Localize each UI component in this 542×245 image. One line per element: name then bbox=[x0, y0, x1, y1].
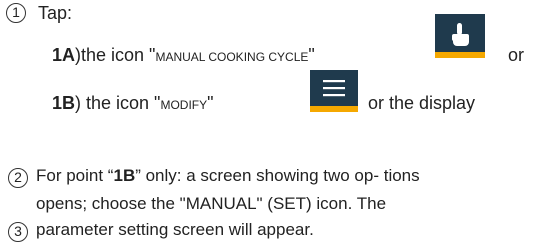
step-1b-label: 1B bbox=[52, 93, 76, 113]
hamburger-menu-icon bbox=[323, 80, 345, 97]
step-1b-post: " bbox=[207, 93, 214, 113]
icon-accent-bar bbox=[310, 106, 358, 112]
step-1a-or: or bbox=[508, 45, 525, 65]
step-1a-icon-name: MANUAL COOKING CYCLE bbox=[155, 50, 309, 64]
step-3-line: parameter setting screen will appear. bbox=[36, 220, 314, 239]
step-1a-post: " bbox=[308, 45, 315, 65]
step-1b-line: 1B) the icon "MODIFY" bbox=[52, 93, 214, 114]
modify-icon[interactable] bbox=[310, 70, 358, 112]
step-1b-icon-name: MODIFY bbox=[160, 98, 208, 112]
step-2-bold: 1B bbox=[113, 166, 136, 185]
step-1a-line: 1A)the icon "MANUAL COOKING CYCLE" bbox=[52, 45, 315, 66]
step-1b-pre: the icon " bbox=[81, 93, 161, 113]
step-1a-label: 1A bbox=[52, 45, 76, 65]
hand-pointer-icon bbox=[452, 23, 469, 46]
manual-cooking-cycle-icon[interactable] bbox=[435, 14, 485, 58]
step-2-pre: For point “ bbox=[36, 166, 114, 185]
step-1a-pre: the icon " bbox=[81, 45, 156, 65]
step-number-2: 2 bbox=[8, 168, 28, 188]
step-2-post: ” only: a screen showing two op- tions bbox=[135, 166, 420, 185]
step-1-intro: Tap: bbox=[38, 3, 73, 23]
step-2-line-1: For point “1B” only: a screen showing tw… bbox=[36, 163, 420, 189]
step-number-3: 3 bbox=[8, 222, 28, 242]
icon-accent-bar bbox=[435, 52, 485, 58]
step-number-1: 1 bbox=[6, 3, 26, 23]
step-2-line-2: opens; choose the "MANUAL" (SET) icon. T… bbox=[36, 194, 387, 213]
step-1b-or-display: or the display bbox=[368, 93, 476, 113]
